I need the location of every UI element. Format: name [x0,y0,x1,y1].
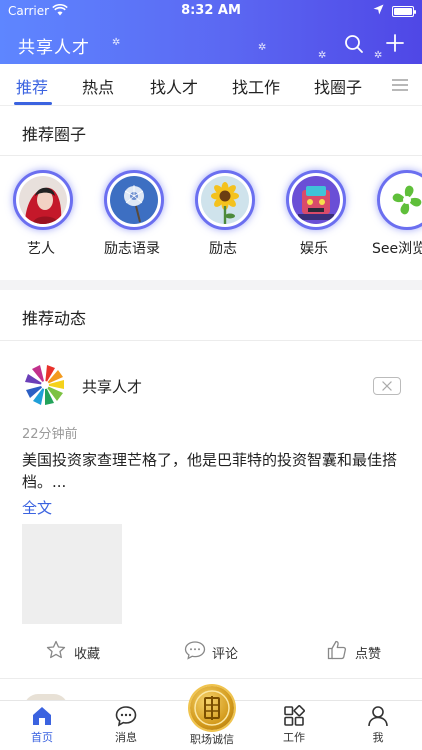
comment-icon [184,641,206,660]
circle-motivational-quotes[interactable] [104,170,164,230]
plus-icon[interactable] [386,34,404,52]
circle-label: 励志 [209,241,237,257]
tab-integrity-label: 职场诚信 [190,733,234,746]
post-content: 美国投资家查理芒格了，他是巴菲特的投资智囊和最佳搭档。... [22,451,398,491]
tab-messages-label: 消息 [115,731,137,744]
tab-find-job[interactable]: 找工作 [232,74,280,98]
post-timestamp: 22分钟前 [22,427,78,442]
section-divider [0,280,422,290]
artist-photo [19,176,67,224]
circle-label: 娱乐 [300,241,328,257]
circle-label: 励志语录 [104,241,160,257]
circle-artist[interactable] [13,170,73,230]
circle-label: See浏览 [372,241,422,257]
entertainment-photo [292,176,340,224]
read-more-link[interactable]: 全文 [22,497,52,518]
tab-work[interactable]: 工作 [264,705,324,745]
dismiss-post-icon[interactable] [373,377,401,395]
app-header: Carrier 8:32 AM 共享人才 ✲ ✲ ✲ ✲ [0,0,422,64]
circles-section-title: 推荐圈子 [22,125,87,144]
divider [0,155,422,156]
sparkle-decoration: ✲ [374,50,383,61]
tab-work-label: 工作 [283,731,305,744]
tab-hot[interactable]: 热点 [82,74,114,98]
post-author-name[interactable]: 共享人才 [82,376,142,397]
circle-label: 艺人 [27,241,55,257]
divider [0,678,422,679]
star-icon [46,640,66,659]
category-tabs: 推荐 热点 找人才 找工作 找圈子 [0,64,422,106]
sparkle-decoration: ✲ [112,37,121,48]
comment-label: 评论 [212,647,239,662]
like-label: 点赞 [355,647,382,662]
tab-me-label: 我 [372,731,384,744]
status-bar: Carrier 8:32 AM [0,0,422,22]
sunflower-photo [201,176,249,224]
grid-apps-icon [284,705,305,726]
sparkle-decoration: ✲ [318,50,327,61]
tab-find-circle[interactable]: 找圈子 [314,74,362,98]
status-time: 8:32 AM [181,3,241,18]
active-tab-indicator [14,102,52,105]
app-screen: Carrier 8:32 AM 共享人才 ✲ ✲ ✲ ✲ 推荐 热点 找人才 找… [0,0,422,750]
author-avatar[interactable] [22,362,68,408]
tab-me[interactable]: 我 [348,705,408,745]
sparkle-decoration: ✲ [258,42,267,53]
thumbs-up-icon [327,640,347,660]
dandelion-photo [110,176,158,224]
home-icon [33,707,51,725]
tab-home-label: 首页 [31,731,53,744]
divider [0,340,422,341]
page-title: 共享人才 [18,38,90,58]
location-arrow-icon [373,4,384,15]
circle-entertainment[interactable] [286,170,346,230]
post-image-placeholder[interactable] [22,524,122,624]
tab-recommend[interactable]: 推荐 [16,74,48,98]
menu-icon[interactable] [392,79,408,91]
user-icon [368,706,388,727]
tab-messages[interactable]: 消息 [96,705,156,745]
message-icon [115,706,137,727]
green-flower-logo [383,176,422,224]
tab-home[interactable]: 首页 [12,705,72,745]
integrity-coin-icon[interactable] [190,686,234,730]
search-icon[interactable] [344,34,364,54]
circle-see-browse[interactable] [377,170,422,230]
tab-find-talent[interactable]: 找人才 [150,74,198,98]
circle-motivation[interactable] [195,170,255,230]
feed-section-title: 推荐动态 [22,309,87,328]
battery-icon [392,6,416,17]
favorite-label: 收藏 [74,647,101,662]
